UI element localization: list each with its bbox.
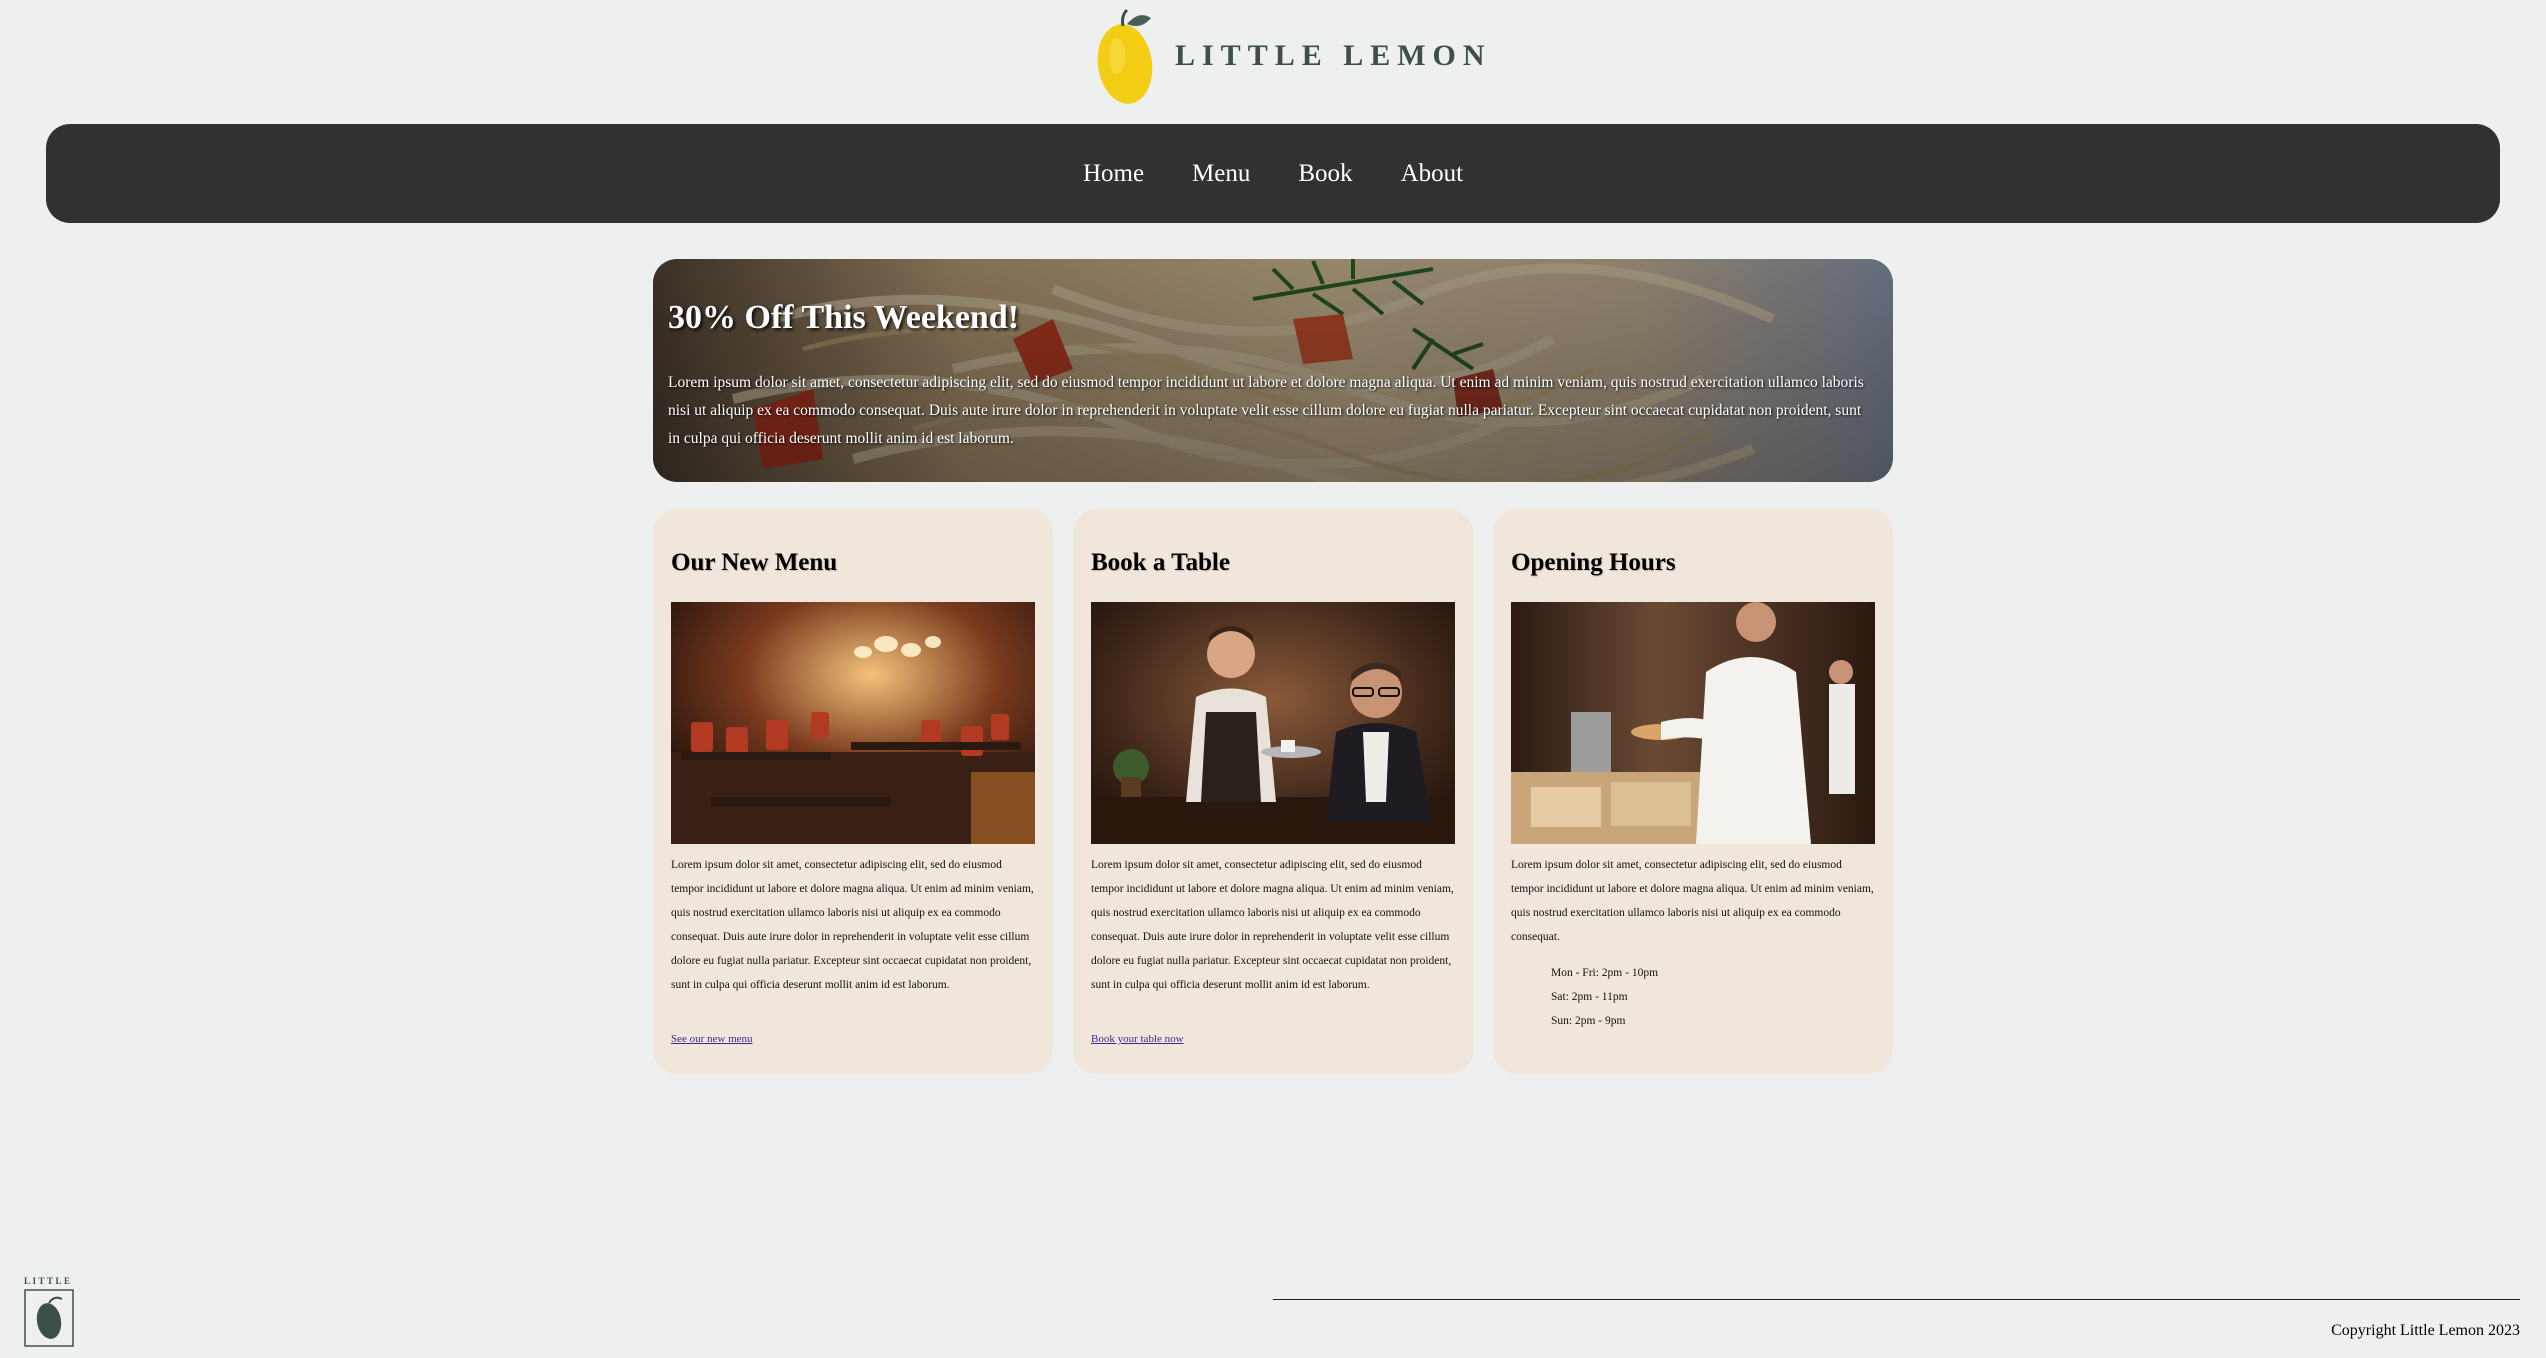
- hours-sunday: Sun: 2pm - 9pm: [1551, 1015, 1626, 1027]
- card-body: Lorem ipsum dolor sit amet, consectetur …: [1091, 859, 1454, 991]
- card-body: Lorem ipsum dolor sit amet, consectetur …: [1511, 859, 1874, 943]
- nav-item-menu[interactable]: Menu: [1192, 160, 1250, 188]
- main-nav: Home Menu Book About: [46, 124, 2500, 223]
- card-book-table: Book a Table Lorem ipsum dolor sit amet,…: [1073, 509, 1473, 1074]
- promo-banner: 30% Off This Weekend! Lorem ipsum dolor …: [653, 259, 1893, 482]
- footer-divider: [1273, 1299, 2520, 1300]
- nav-item-book[interactable]: Book: [1298, 160, 1352, 188]
- promo-text: Lorem ipsum dolor sit amet, consectetur …: [668, 374, 1864, 447]
- waiter-serving-image: [1091, 602, 1455, 844]
- lemon-logo-icon: [1097, 8, 1153, 104]
- copyright-text: Copyright Little Lemon 2023: [2331, 1322, 2520, 1339]
- chef-kitchen-image: [1511, 602, 1875, 844]
- card-opening-hours: Opening Hours Lorem ipsum dolor sit amet…: [1493, 509, 1893, 1074]
- opening-hours-list: Mon - Fri: 2pm - 10pm Sat: 2pm - 11pm Su…: [1551, 961, 1658, 1033]
- card-title: Opening Hours: [1511, 549, 1676, 576]
- card-body: Lorem ipsum dolor sit amet, consectetur …: [671, 859, 1034, 991]
- footer-brand-text: LITTLE: [24, 1276, 73, 1286]
- nav-item-home[interactable]: Home: [1083, 160, 1144, 188]
- promo-title: 30% Off This Weekend!: [668, 299, 1020, 336]
- book-table-link[interactable]: Book your table now: [1091, 1033, 1184, 1045]
- card-title: Our New Menu: [671, 549, 838, 576]
- restaurant-interior-image: [671, 602, 1035, 844]
- site-header: LITTLE LEMON: [0, 0, 2546, 120]
- hours-saturday: Sat: 2pm - 11pm: [1551, 991, 1628, 1003]
- nav-item-about[interactable]: About: [1401, 160, 1464, 188]
- card-title: Book a Table: [1091, 549, 1230, 576]
- brand-name: LITTLE LEMON: [1175, 39, 1492, 72]
- see-menu-link[interactable]: See our new menu: [671, 1033, 753, 1045]
- hours-weekday: Mon - Fri: 2pm - 10pm: [1551, 967, 1659, 979]
- brand-logo[interactable]: LITTLE LEMON: [1095, 6, 1492, 106]
- footer-lemon-icon: [24, 1289, 74, 1347]
- card-new-menu: Our New Menu Lorem ipsum dolor sit amet,…: [653, 509, 1053, 1074]
- footer-logo[interactable]: LITTLE: [24, 1276, 76, 1352]
